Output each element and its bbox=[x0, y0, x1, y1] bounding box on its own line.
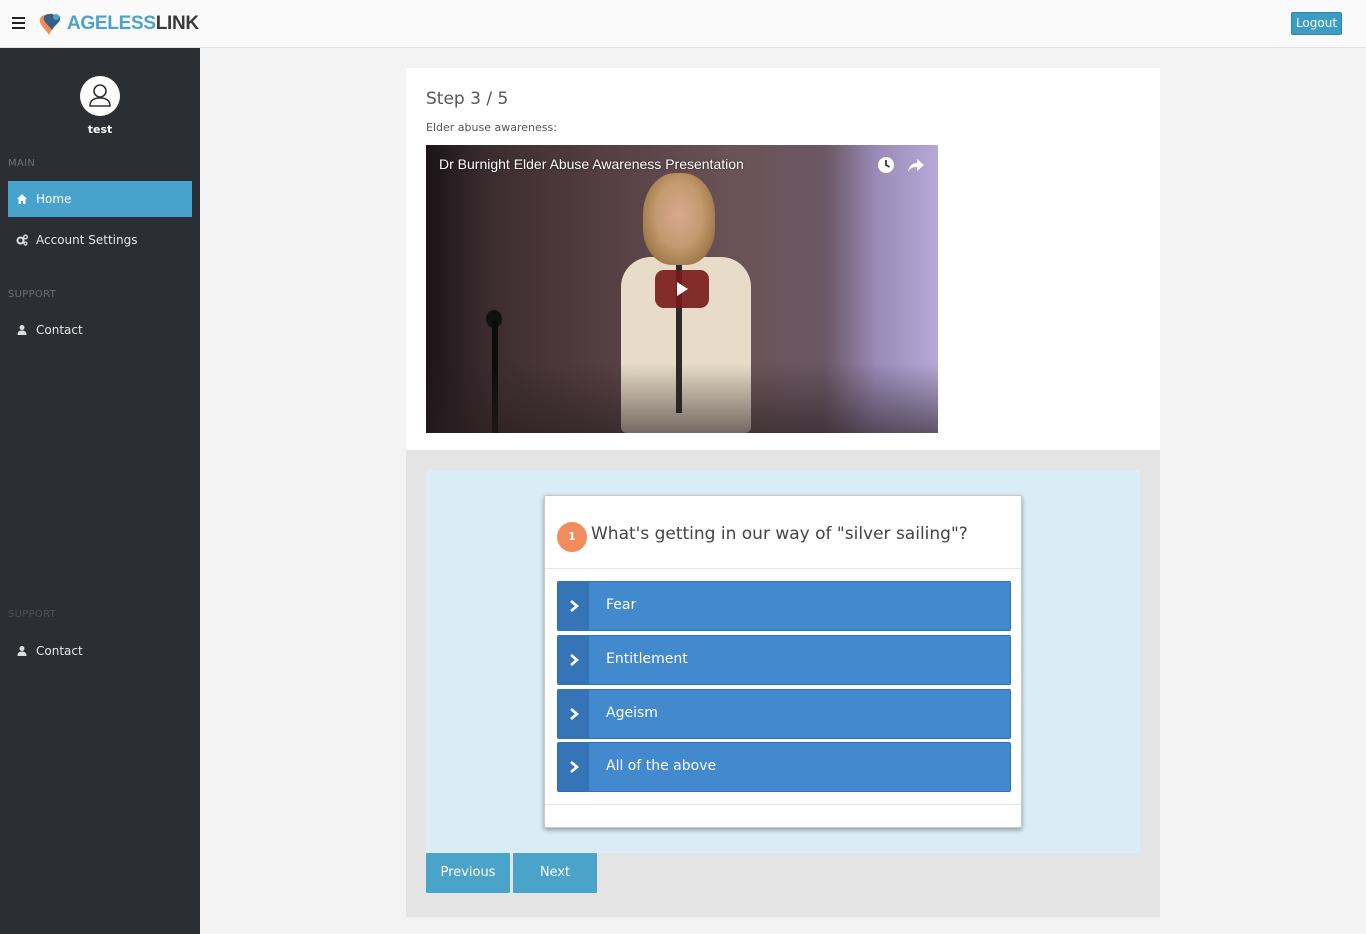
answer-option-label: Ageism bbox=[606, 705, 658, 721]
sidebar-item-label: Account Settings bbox=[36, 233, 138, 247]
question-text: What's getting in our way of "silver sai… bbox=[591, 524, 968, 544]
answer-option-label: Fear bbox=[606, 597, 637, 613]
gears-icon bbox=[16, 234, 28, 246]
answer-option-ageism[interactable]: Ageism bbox=[557, 689, 1011, 739]
video-title[interactable]: Dr Burnight Elder Abuse Awareness Presen… bbox=[439, 156, 744, 172]
answer-option-label: All of the above bbox=[606, 758, 717, 774]
question-card: 1 What's getting in our way of "silver s… bbox=[544, 495, 1022, 828]
section-support-label-2: SUPPORT bbox=[8, 609, 57, 620]
user-icon bbox=[16, 324, 28, 336]
chevron-right-icon bbox=[558, 582, 589, 630]
top-bar: AGELESSLINK Logout bbox=[0, 0, 1366, 48]
question-header: 1 What's getting in our way of "silver s… bbox=[545, 496, 1021, 569]
user-avatar-icon bbox=[89, 84, 111, 107]
sidebar-item-account-settings[interactable]: Account Settings bbox=[8, 222, 192, 258]
question-number-badge: 1 bbox=[557, 522, 587, 552]
step-indicator: Step 3 / 5 bbox=[426, 89, 509, 109]
home-icon bbox=[16, 193, 28, 205]
username: test bbox=[87, 123, 113, 136]
answer-option-entitlement[interactable]: Entitlement bbox=[557, 635, 1011, 685]
answer-option-label: Entitlement bbox=[606, 651, 688, 667]
avatar[interactable] bbox=[80, 76, 120, 116]
section-main-label: MAIN bbox=[8, 158, 36, 169]
logo-icon bbox=[39, 13, 61, 35]
sidebar-item-label: Home bbox=[36, 192, 72, 206]
logo-text: AGELESSLINK bbox=[67, 13, 199, 34]
chevron-right-icon bbox=[558, 743, 589, 791]
answer-option-all[interactable]: All of the above bbox=[557, 742, 1011, 792]
lesson-subtitle: Elder abuse awareness: bbox=[426, 121, 557, 134]
video-thumbnail-detail bbox=[643, 173, 715, 265]
section-support-label: SUPPORT bbox=[8, 289, 57, 300]
share-icon[interactable] bbox=[906, 155, 926, 175]
logout-button[interactable]: Logout bbox=[1291, 12, 1342, 35]
video-player[interactable]: Dr Burnight Elder Abuse Awareness Presen… bbox=[426, 145, 938, 433]
logo[interactable]: AGELESSLINK bbox=[37, 11, 199, 37]
answer-option-fear[interactable]: Fear bbox=[557, 581, 1011, 631]
sidebar-item-home[interactable]: Home bbox=[8, 181, 192, 217]
user-icon bbox=[16, 645, 28, 657]
next-button[interactable]: Next bbox=[513, 853, 597, 893]
quiz-section: 1 What's getting in our way of "silver s… bbox=[406, 450, 1160, 917]
menu-icon[interactable] bbox=[12, 17, 25, 29]
chevron-right-icon bbox=[558, 690, 589, 738]
watch-later-icon[interactable] bbox=[876, 155, 896, 175]
quiz-panel: 1 What's getting in our way of "silver s… bbox=[426, 470, 1140, 853]
chevron-right-icon bbox=[558, 636, 589, 684]
sidebar: test MAIN Home Account Settings SUPPORT … bbox=[0, 48, 200, 934]
sidebar-item-label: Contact bbox=[36, 323, 83, 337]
sidebar-item-label: Contact bbox=[36, 644, 83, 658]
play-button[interactable] bbox=[655, 270, 709, 308]
sidebar-item-contact-2[interactable]: Contact bbox=[8, 633, 192, 669]
play-icon bbox=[677, 282, 688, 296]
sidebar-item-contact[interactable]: Contact bbox=[8, 312, 192, 348]
lesson-card: Step 3 / 5 Elder abuse awareness: Dr Bur… bbox=[406, 68, 1160, 450]
video-thumbnail-detail bbox=[426, 363, 938, 433]
previous-button[interactable]: Previous bbox=[426, 853, 510, 893]
video-actions bbox=[876, 155, 926, 175]
question-footer-divider bbox=[545, 804, 1021, 805]
